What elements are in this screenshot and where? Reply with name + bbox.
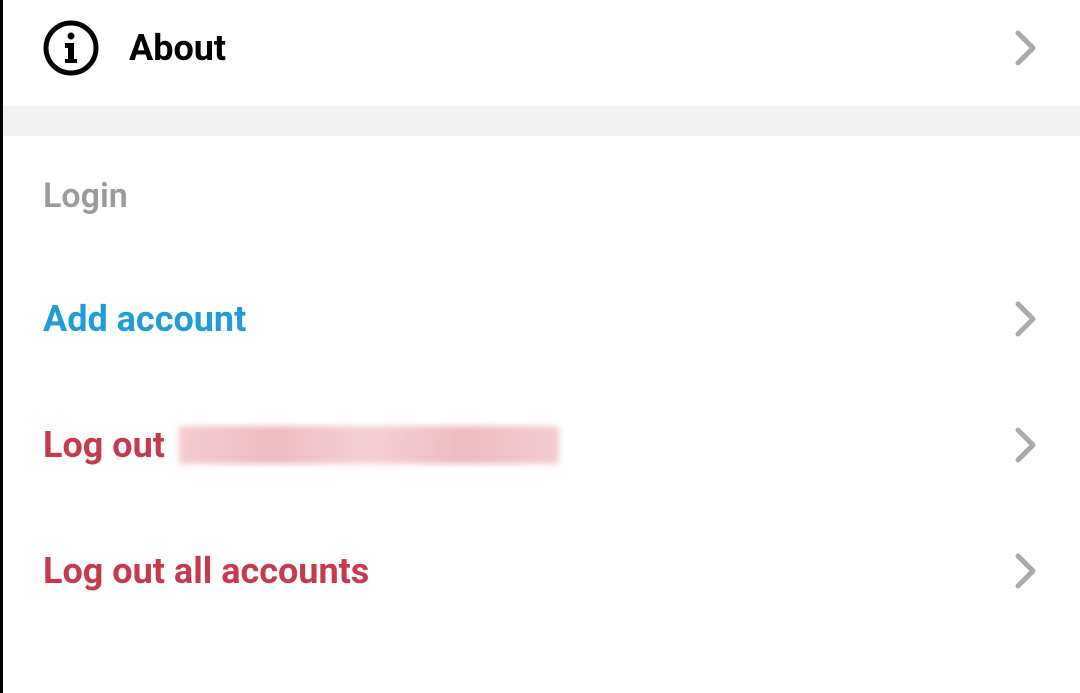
logout-all-label: Log out all accounts [43,550,369,592]
logout-account-row[interactable]: Log out [43,402,1040,488]
info-icon [43,20,99,76]
login-section: Login Add account Log out Log out all ac… [3,136,1080,674]
about-label: About [129,27,1012,69]
logout-label: Log out [43,424,165,466]
chevron-right-icon [1012,34,1040,62]
chevron-right-icon [1012,305,1040,333]
chevron-right-icon [1012,431,1040,459]
logout-all-row[interactable]: Log out all accounts [43,528,1040,614]
logout-label-container: Log out [43,424,559,466]
about-row[interactable]: About [3,0,1080,106]
add-account-label: Add account [43,298,246,340]
login-section-header: Login [43,176,1040,216]
add-account-row[interactable]: Add account [43,276,1040,362]
chevron-right-icon [1012,557,1040,585]
section-separator [3,106,1080,136]
redacted-username [179,426,559,464]
